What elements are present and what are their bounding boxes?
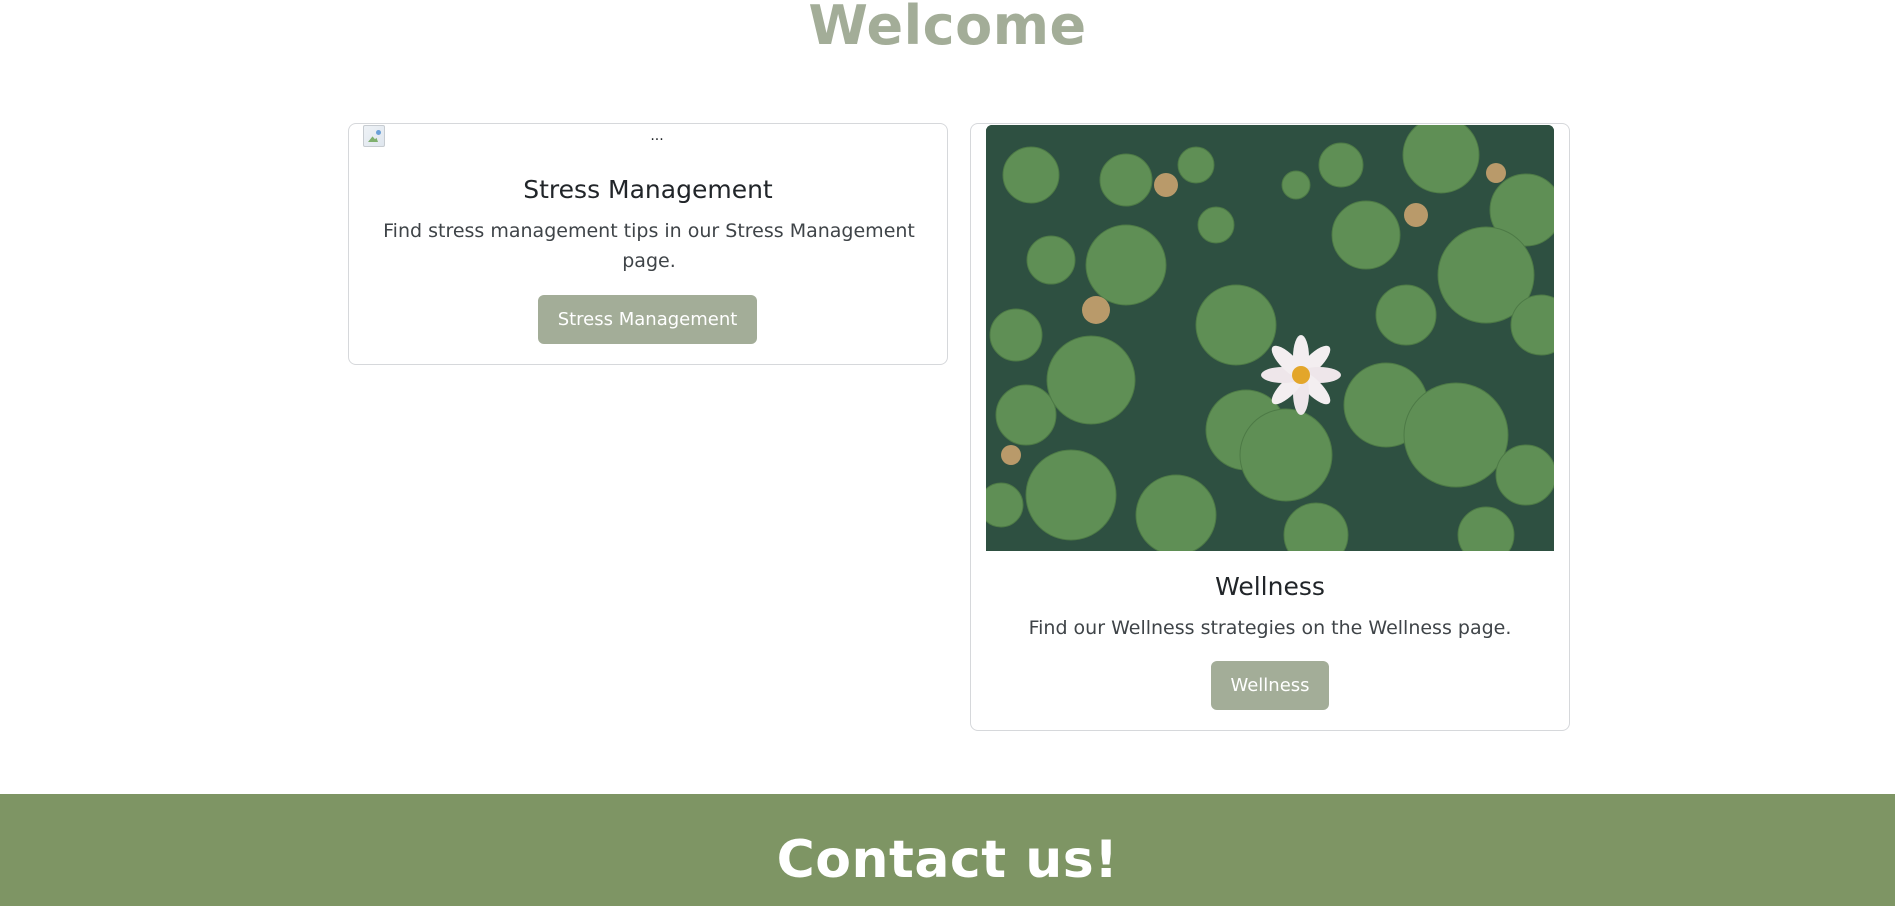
card-title: Stress Management [523,175,773,204]
wellness-card: Wellness Find our Wellness strategies on… [970,123,1570,731]
card-title: Wellness [1215,572,1325,601]
image-alt-text: ... [650,128,664,144]
broken-image-icon [363,125,385,147]
broken-image: ... [363,125,939,147]
stress-management-card: ... Stress Management Find stress manage… [348,123,948,365]
wellness-button[interactable]: Wellness [1211,661,1329,710]
page: Welcome ... Stress Management Find stres… [0,0,1895,906]
contact-footer: Contact us! [0,794,1895,906]
water-lily-image [986,125,1554,551]
page-title: Welcome [808,0,1087,57]
stress-management-button[interactable]: Stress Management [538,295,757,344]
card-text: Find our Wellness strategies on the Well… [1028,617,1512,639]
contact-title: Contact us! [776,830,1119,890]
card-text: Find stress management tips in our Stres… [383,220,915,272]
